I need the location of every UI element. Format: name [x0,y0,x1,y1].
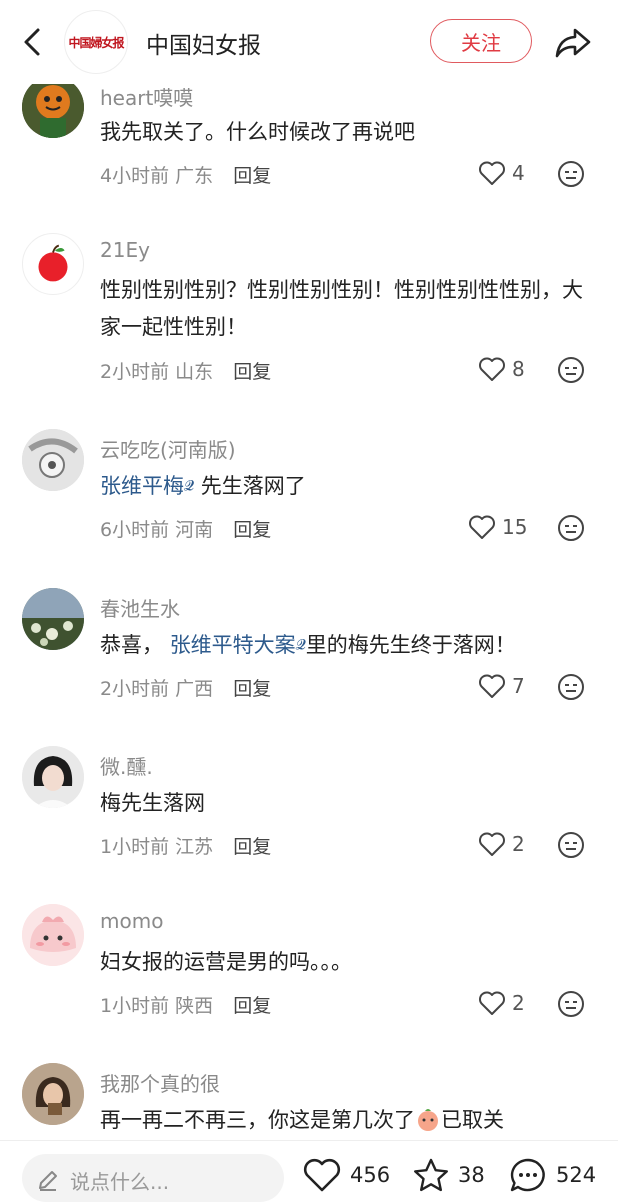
comment-text: 梅先生落网 [100,791,205,815]
search-icon: 𝓠 [295,637,306,653]
heart-icon [479,161,505,185]
emoji-reaction-icon[interactable] [557,831,585,859]
comment-username[interactable]: 微.醺. [100,751,153,780]
top-bar: 中国婦女报 中国妇女报 关注 [0,0,618,84]
like-count: 4 [512,161,525,185]
emoji-reaction-icon[interactable] [557,160,585,188]
reply-button[interactable]: 回复 [233,836,271,858]
emoji-reaction-icon[interactable] [557,514,585,542]
avatar[interactable] [22,76,84,138]
comment-time: 1小时前 [100,995,170,1017]
avatar[interactable] [22,429,84,491]
comment-total-count: 524 [556,1163,597,1187]
comment-username[interactable]: 春池生水 [100,593,180,622]
comment-text-tail: 先生落网了 [200,474,306,498]
heart-icon [469,515,495,539]
comment-meta: 2小时前 广西 回复 [100,674,271,701]
comment-bubble-icon [510,1158,545,1192]
comment-meta: 2小时前 山东 回复 [100,357,271,384]
comment-username[interactable]: heart嗼嗼 [100,82,193,111]
comment-time: 4小时前 [100,165,170,187]
star-icon [414,1158,448,1192]
comment-location: 广西 [175,678,214,700]
comment-text: 性别性别性别？性别性别性别！性别性别性性别，大家一起性性别！ [100,278,583,339]
comment-text: 我先取关了。什么时候改了再说吧 [100,120,415,144]
comment-text: 恭喜， 张维平特大案𝓠里的梅先生终于落网！ [100,627,600,664]
comment-meta: 1小时前 陕西 回复 [100,991,271,1018]
mention-link[interactable]: 张维平特大案 [170,633,296,657]
avatar[interactable] [22,1063,84,1125]
comment-username[interactable]: 云吃吃(河南版) [100,434,236,463]
comment-location: 山东 [175,361,214,383]
heart-icon [479,674,505,698]
like-button[interactable]: 7 [478,671,548,701]
comment-text-head: 再一再二不再三，你这是第几次了 [100,1108,415,1132]
like-button[interactable]: 4 [478,158,548,188]
heart-icon [479,991,505,1015]
comment-meta: 4小时前 广东 回复 [100,161,271,188]
comment-meta: 6小时前 河南 回复 [100,515,271,542]
comment-text-tail: 已取关 [441,1108,504,1132]
pencil-icon [39,1171,57,1191]
comment-text-tail: 里的梅先生终于落网！ [305,633,516,657]
comment-text: 妇女报的运营是男的吗。。。 [100,950,352,974]
like-button[interactable]: 2 [478,829,548,859]
like-button[interactable]: 2 [478,988,548,1018]
comment-meta: 1小时前 江苏 回复 [100,832,271,859]
like-total-button[interactable]: 456 [302,1157,390,1193]
comment-username[interactable]: momo [100,909,163,933]
reply-button[interactable]: 回复 [233,519,271,541]
comment-total-button[interactable]: 524 [508,1157,596,1193]
comment-username[interactable]: 21Ey [100,238,150,262]
comment-location: 广东 [175,165,214,187]
bottom-action-bar: 说点什么... 456 38 524 [0,1140,618,1202]
like-total-count: 456 [350,1163,391,1187]
comment-time: 2小时前 [100,361,170,383]
comment-location: 陕西 [175,995,214,1017]
peach-emoji-icon [418,1109,438,1131]
comment-input[interactable]: 说点什么... [22,1154,284,1202]
like-count: 2 [512,991,525,1015]
comment-time: 1小时前 [100,836,170,858]
search-icon: 𝓠 [184,478,195,494]
heart-icon [479,357,505,381]
reply-button[interactable]: 回复 [233,995,271,1017]
emoji-reaction-icon[interactable] [557,356,585,384]
heart-icon [303,1158,341,1192]
emoji-reaction-icon[interactable] [557,673,585,701]
like-count: 8 [512,357,525,381]
comment-username[interactable]: 我那个真的很 [100,1068,220,1097]
emoji-reaction-icon[interactable] [557,990,585,1018]
like-count: 2 [512,832,525,856]
comment-time: 6小时前 [100,519,170,541]
share-icon[interactable] [553,24,593,60]
account-name[interactable]: 中国妇女报 [146,26,261,60]
avatar[interactable] [22,904,84,966]
avatar[interactable] [22,746,84,808]
avatar[interactable] [22,233,84,295]
comment-time: 2小时前 [100,678,170,700]
comment-list: heart嗼嗼 我先取关了。什么时候改了再说吧 4小时前 广东 回复 4 21E… [0,0,618,1140]
favorite-count: 38 [458,1163,485,1187]
heart-icon [479,832,505,856]
comment-text: 再一再二不再三，你这是第几次了 已取关 [100,1102,610,1139]
reply-button[interactable]: 回复 [233,165,271,187]
reply-button[interactable]: 回复 [233,361,271,383]
like-count: 7 [512,674,525,698]
mention-link[interactable]: 张维平梅 [100,474,184,498]
follow-button[interactable]: 关注 [430,19,532,63]
comment-input-placeholder: 说点什么... [70,1170,170,1194]
comment-text-head: 恭喜， [100,633,163,657]
like-count: 15 [502,515,528,539]
avatar[interactable] [22,588,84,650]
chevron-left-icon[interactable] [18,24,48,60]
comment-location: 河南 [175,519,214,541]
favorite-button[interactable]: 38 [412,1157,485,1193]
comment-text: 张维平梅𝓠 先生落网了 [100,468,590,505]
comment-location: 江苏 [175,836,214,858]
like-button[interactable]: 8 [478,354,548,384]
reply-button[interactable]: 回复 [233,678,271,700]
account-logo[interactable]: 中国婦女报 [64,10,128,74]
like-button[interactable]: 15 [468,512,538,542]
